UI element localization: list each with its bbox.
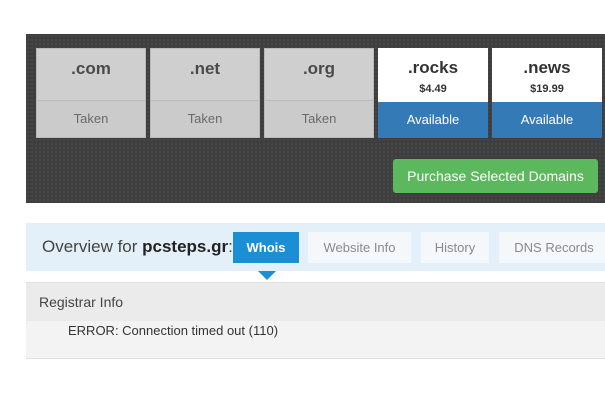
tld-card-news[interactable]: .news $19.99 Available [492,48,602,138]
tld-status: Taken [151,100,259,137]
tld-card-com[interactable]: .com Taken [36,48,146,138]
active-tab-pointer [258,271,276,280]
tld-name: .net [189,59,221,78]
whois-error-message: ERROR: Connection timed out (110) [68,323,279,338]
whois-panel: Registrar Info ERROR: Connection timed o… [26,282,605,359]
tld-status: Taken [265,100,373,137]
tld-name: .news [523,58,571,77]
tld-status: Taken [37,100,145,137]
whois-header: Registrar Info [26,283,605,321]
registrar-info-title: Registrar Info [39,294,124,310]
tld-available-button[interactable]: Available [378,102,488,138]
overview-tabs-bar: Overview for pcsteps.gr: Whois Website I… [26,223,605,271]
tld-card-rocks[interactable]: .rocks $4.49 Available [378,48,488,138]
tld-name: .org [302,59,336,78]
tld-name: .rocks [407,58,459,77]
overview-prefix: Overview for [42,237,143,256]
tld-card-org[interactable]: .org Taken [264,48,374,138]
tld-card-net[interactable]: .net Taken [150,48,260,138]
tab-whois[interactable]: Whois [233,232,299,263]
overview-title: Overview for pcsteps.gr: [42,237,233,257]
purchase-selected-domains-button[interactable]: Purchase Selected Domains [393,159,598,193]
tld-name: .com [71,59,111,78]
tld-price: $4.49 [419,83,447,95]
tab-dns-records[interactable]: DNS Records [499,232,605,263]
tab-history[interactable]: History [421,232,489,263]
tld-available-button[interactable]: Available [492,102,602,138]
overview-domain: pcsteps.gr [142,237,229,256]
tld-price: $19.99 [530,83,564,95]
domain-results-panel: .com Taken .net Taken .org Taken .rocks … [26,34,605,203]
tab-website-info[interactable]: Website Info [308,232,411,263]
